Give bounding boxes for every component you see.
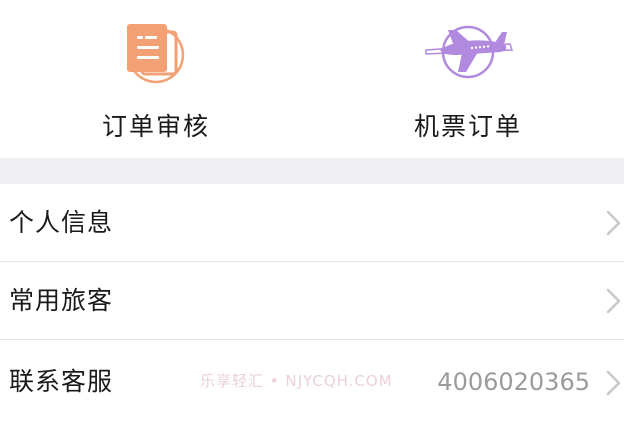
order-review-label: 订单审核	[101, 112, 210, 141]
chevron-right-icon	[606, 210, 621, 236]
menu-item-label: 个人信息	[9, 208, 114, 237]
section-divider	[0, 158, 624, 184]
chevron-right-icon	[606, 370, 621, 396]
menu-item-label: 常用旅客	[9, 286, 114, 315]
menu-item-personal-info[interactable]: 个人信息	[0, 184, 624, 261]
menu-item-label: 联系客服	[9, 367, 114, 396]
chevron-right-icon	[606, 288, 621, 314]
quick-actions-panel: 订单审核 机票订单	[0, 0, 624, 158]
airplane-icon	[425, 25, 514, 79]
flight-orders-label: 机票订单	[413, 112, 522, 141]
settings-menu: 个人信息 常用旅客 联系客服 4006020365	[0, 184, 624, 417]
order-review-button[interactable]: 订单审核	[0, 0, 312, 158]
menu-item-frequent-travelers[interactable]: 常用旅客	[0, 261, 624, 339]
flight-orders-button[interactable]: 机票订单	[312, 0, 624, 158]
menu-item-customer-service[interactable]: 联系客服 4006020365	[0, 339, 624, 417]
document-icon	[127, 24, 185, 84]
customer-service-phone[interactable]: 4006020365	[437, 340, 590, 424]
